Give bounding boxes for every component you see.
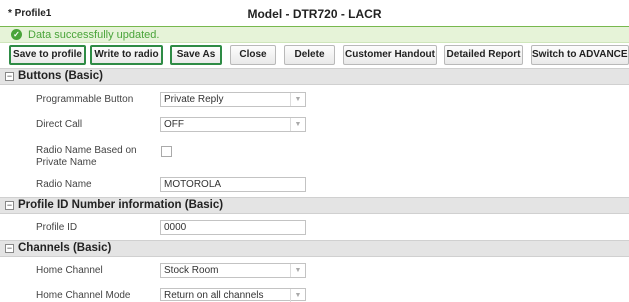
collapse-icon[interactable]: − (5, 244, 14, 253)
select-value: Stock Room (164, 265, 219, 276)
status-bar: ✓ Data successfully updated. (0, 26, 629, 43)
model-title: Model - DTR720 - LACR (247, 7, 382, 21)
select-value: Return on all channels (164, 290, 264, 301)
radio-name-label: Radio Name (36, 179, 92, 190)
chevron-down-icon: ▼ (290, 93, 305, 106)
section-title: Profile ID Number information (Basic) (18, 199, 224, 211)
save-to-profile-button[interactable]: Save to profile (9, 45, 86, 65)
profile-id-label: Profile ID (36, 222, 78, 233)
select-value: Private Reply (164, 94, 224, 105)
chevron-down-icon: ▼ (290, 264, 305, 277)
home-channel-label: Home Channel (36, 265, 103, 276)
radio-name-input[interactable]: MOTOROLA (160, 177, 306, 192)
header-bar: * Profile1 Model - DTR720 - LACR (0, 0, 629, 26)
toolbar: Save to profile Write to radio Save As C… (0, 45, 629, 68)
section-header-buttons[interactable]: − Buttons (Basic) (0, 68, 629, 85)
collapse-icon[interactable]: − (5, 72, 14, 81)
input-value: 0000 (164, 222, 187, 233)
delete-button[interactable]: Delete (284, 45, 335, 65)
programmable-button-select[interactable]: Private Reply ▼ (160, 92, 306, 107)
direct-call-label: Direct Call (36, 119, 83, 130)
status-message: Data successfully updated. (28, 29, 160, 41)
customer-handout-button[interactable]: Customer Handout (343, 45, 437, 65)
direct-call-select[interactable]: OFF ▼ (160, 117, 306, 132)
input-value: MOTOROLA (164, 179, 222, 190)
check-circle-icon: ✓ (11, 29, 22, 40)
save-as-button[interactable]: Save As (170, 45, 222, 65)
section-header-channels[interactable]: − Channels (Basic) (0, 240, 629, 257)
detailed-report-button[interactable]: Detailed Report (444, 45, 523, 65)
section-header-profile-id[interactable]: − Profile ID Number information (Basic) (0, 197, 629, 214)
home-channel-select[interactable]: Stock Room ▼ (160, 263, 306, 278)
chevron-down-icon: ▼ (290, 118, 305, 131)
radio-name-private-label: Radio Name Based on Private Name (36, 145, 137, 168)
close-button[interactable]: Close (230, 45, 276, 65)
home-channel-mode-select[interactable]: Return on all channels ▼ (160, 288, 306, 302)
switch-to-advanced-button[interactable]: Switch to ADVANCED (531, 45, 629, 65)
select-value: OFF (164, 119, 184, 130)
section-title: Channels (Basic) (18, 242, 112, 254)
section-title: Buttons (Basic) (18, 70, 103, 82)
programmable-button-label: Programmable Button (36, 94, 134, 105)
collapse-icon[interactable]: − (5, 201, 14, 210)
write-to-radio-button[interactable]: Write to radio (90, 45, 163, 65)
radio-name-private-checkbox[interactable] (161, 146, 172, 157)
home-channel-mode-label: Home Channel Mode (36, 290, 131, 301)
profile-id-input[interactable]: 0000 (160, 220, 306, 235)
chevron-down-icon: ▼ (290, 289, 305, 302)
